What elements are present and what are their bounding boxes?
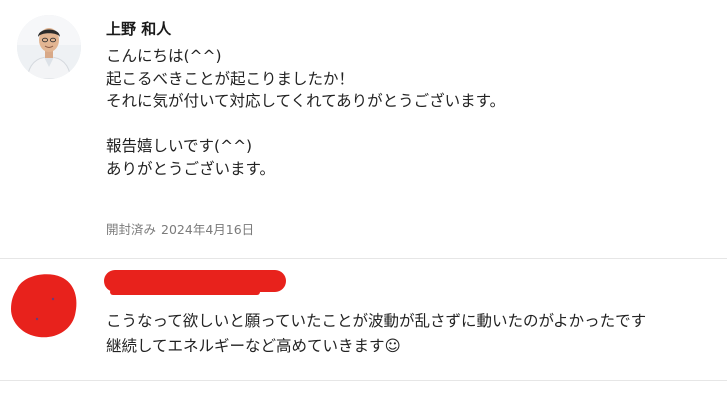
person-avatar-icon xyxy=(17,15,81,79)
message-line: 報告嬉しいです(^^) xyxy=(106,137,253,155)
redacted-sender-name[interactable] xyxy=(104,269,286,296)
message-line: こうなって欲しいと願っていたことが波動が乱さずに動いたのがよかったです xyxy=(106,312,647,330)
message-date: 2024年4月16日 xyxy=(161,222,255,237)
read-status: 開封済み xyxy=(106,222,157,237)
message-line: 継続してエネルギーなど高めていきます☺ xyxy=(106,337,401,355)
sender-name[interactable]: 上野 和人 xyxy=(106,18,171,39)
message-item: こうなって欲しいと願っていたことが波動が乱さずに動いたのがよかったです 継続して… xyxy=(0,259,727,381)
message-line: ありがとうございます。 xyxy=(106,159,275,178)
message-body: こうなって欲しいと願っていたことが波動が乱さずに動いたのがよかったです 継続して… xyxy=(106,309,646,359)
redacted-avatar[interactable] xyxy=(9,269,79,341)
message-meta: 開封済み 2024年4月16日 xyxy=(106,219,259,238)
avatar[interactable] xyxy=(17,15,81,79)
message-line: それに気が付いて対応してくれてありがとうございます。 xyxy=(106,92,506,110)
message-item: 上野 和人 こんにちは(^^) 起こるべきことが起こりましたか！ それに気が付い… xyxy=(0,0,727,259)
divider xyxy=(0,380,727,381)
message-line: 起こるべきことが起こりましたか！ xyxy=(106,69,355,88)
message-line: こんにちは(^^) xyxy=(106,47,222,65)
message-body: こんにちは(^^) 起こるべきことが起こりましたか！ それに気が付いて対応してく… xyxy=(106,45,505,180)
message-line xyxy=(106,113,505,136)
